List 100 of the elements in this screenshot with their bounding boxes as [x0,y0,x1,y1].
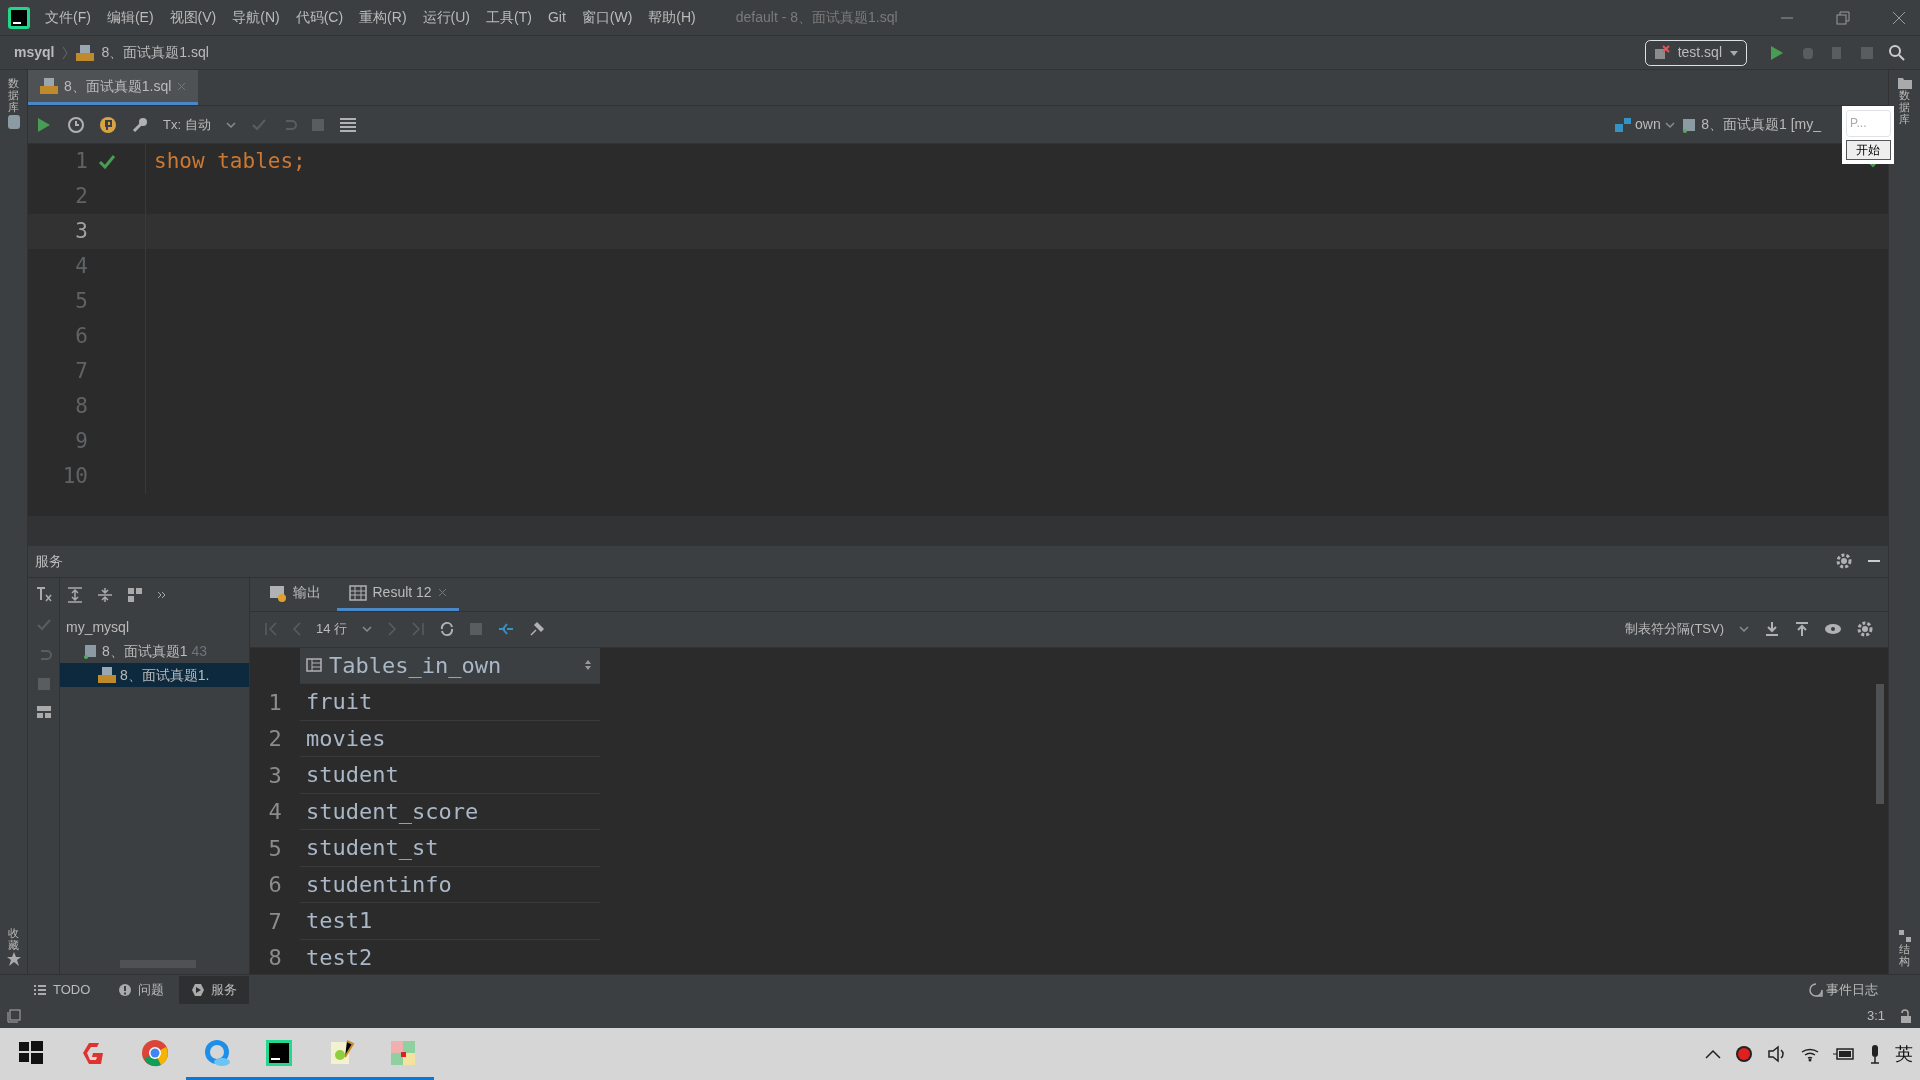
tree-item[interactable]: 8、面试真题1 43 [60,639,249,664]
tree-item[interactable]: my_mysql [60,615,249,640]
folder-icon [1897,77,1912,89]
run-config-dropdown[interactable]: test.sql [1644,39,1747,66]
side-tab[interactable]: 收藏 [8,926,19,951]
menu-item[interactable]: 运行(U) [414,7,478,28]
table-cell: student_st [300,830,600,867]
code-line: show tables; [153,147,306,175]
tx-icon[interactable] [34,584,53,603]
line-number: 4 [74,252,88,280]
export-format-dropdown[interactable]: 制表符分隔(TSV) [1625,619,1724,639]
speaker-icon[interactable] [1767,1045,1787,1063]
menu-item[interactable]: 窗口(W) [573,7,641,28]
language-indicator[interactable]: 英 [1895,1040,1913,1068]
record-icon[interactable] [1735,1045,1753,1063]
search-icon[interactable] [1888,43,1906,62]
battery-icon[interactable] [1833,1047,1855,1061]
menu-item[interactable]: 文件(F) [37,7,99,28]
table-cell: test1 [300,903,600,940]
row-number: 3 [267,762,283,790]
event-log-button[interactable]: 事件日志 [1826,979,1878,1000]
tool-tab[interactable]: 问题 [105,975,176,1004]
expand-all-icon[interactable] [67,586,83,603]
close-icon[interactable] [1892,10,1906,25]
sql-file-icon [40,77,58,95]
table-cell: student_score [300,793,600,831]
result-tab[interactable]: Result 12 [336,577,459,611]
collapse-all-icon[interactable] [97,586,113,603]
more-icon[interactable] [157,589,167,600]
side-tab[interactable]: 数据库 [8,77,19,114]
row-number: 2 [267,725,283,754]
row-number: 8 [267,944,283,973]
line-number: 10 [61,462,88,490]
breadcrumb-item[interactable]: 8、面试真题1.sql [101,42,209,63]
settings-icon[interactable] [1856,620,1874,639]
upload-icon[interactable] [1794,621,1810,638]
scrollbar-thumb[interactable] [1876,683,1884,804]
settings-icon[interactable] [1835,552,1853,571]
side-tab[interactable]: 结构 [1899,942,1910,967]
tool-tab[interactable]: 服务 [179,975,250,1004]
star-icon [5,951,22,967]
layout-icon[interactable] [35,704,52,719]
schema-dropdown[interactable]: own [1635,114,1661,135]
side-tab[interactable]: 数据库 [1899,89,1910,126]
menu-item[interactable]: 导航(N) [224,7,288,28]
row-count: 43 [191,641,208,661]
chevron-up-icon[interactable] [1705,1049,1721,1059]
database-icon [5,113,22,132]
structure-icon [1897,928,1912,943]
refresh-icon[interactable] [439,621,456,638]
lock-icon[interactable] [1899,1009,1913,1023]
services-icon [191,982,206,997]
session-dropdown[interactable]: 8、面试真题1 [my_ [1701,114,1821,135]
sort-icon[interactable] [584,659,592,672]
close-icon[interactable] [437,588,447,598]
pin-icon[interactable] [529,621,546,638]
row-number: 1 [267,689,283,717]
console-output-icon [269,583,287,602]
wifi-icon[interactable] [1801,1046,1819,1062]
table-icon [348,584,367,601]
row-number: 6 [267,871,283,900]
window-title: default - 8、面试真题1.sql [734,8,899,27]
tool-tab[interactable]: TODO [21,975,103,1004]
menu-item[interactable]: 代码(C) [287,7,352,28]
config-icon [1652,43,1671,62]
microphone-icon[interactable] [1869,1044,1881,1064]
tx-dropdown[interactable]: Tx: 自动 [163,114,211,135]
table-cell: studentinfo [300,866,600,904]
cursor-position[interactable]: 3:1 [1866,1006,1885,1026]
result-tab[interactable]: 输出 [257,577,333,611]
start-button[interactable]: 开始 [1845,140,1891,160]
browser-icon [203,1038,231,1067]
column-header[interactable]: Tables_in_own [300,647,600,685]
history-icon[interactable] [67,115,85,134]
download-icon[interactable] [1764,621,1780,638]
line-number: 9 [74,427,88,455]
editor-tab[interactable]: 8、面试真题1.sql [28,70,199,105]
row-number: 5 [267,835,283,863]
tree-item[interactable]: 8、面试真题1. [60,663,249,688]
menu-item[interactable]: Git [539,7,574,28]
breadcrumb-item[interactable]: msyql [14,42,55,63]
schema-icon [1613,115,1632,134]
table-cell: student [300,757,600,794]
table-view-icon[interactable] [338,116,357,133]
menu-item[interactable]: 工具(T) [478,7,540,28]
eye-icon[interactable] [1824,622,1842,637]
wrench-icon[interactable] [131,115,149,134]
menu-item[interactable]: 帮助(H) [640,7,704,28]
panel-title: 服务 [35,551,63,571]
group-icon[interactable] [127,586,143,603]
warning-icon [117,982,132,997]
app-logo-icon [8,6,30,29]
row-count-dropdown[interactable]: 14 行 [316,619,348,639]
p-circle-icon[interactable] [99,115,117,134]
panel-toggle-icon[interactable] [7,1009,21,1023]
table-cell: movies [300,720,600,758]
menu-item[interactable]: 重构(R) [351,7,415,28]
restore-icon[interactable] [1836,10,1850,25]
menu-item[interactable]: 视图(V) [161,7,225,28]
menu-item[interactable]: 编辑(E) [98,7,162,28]
